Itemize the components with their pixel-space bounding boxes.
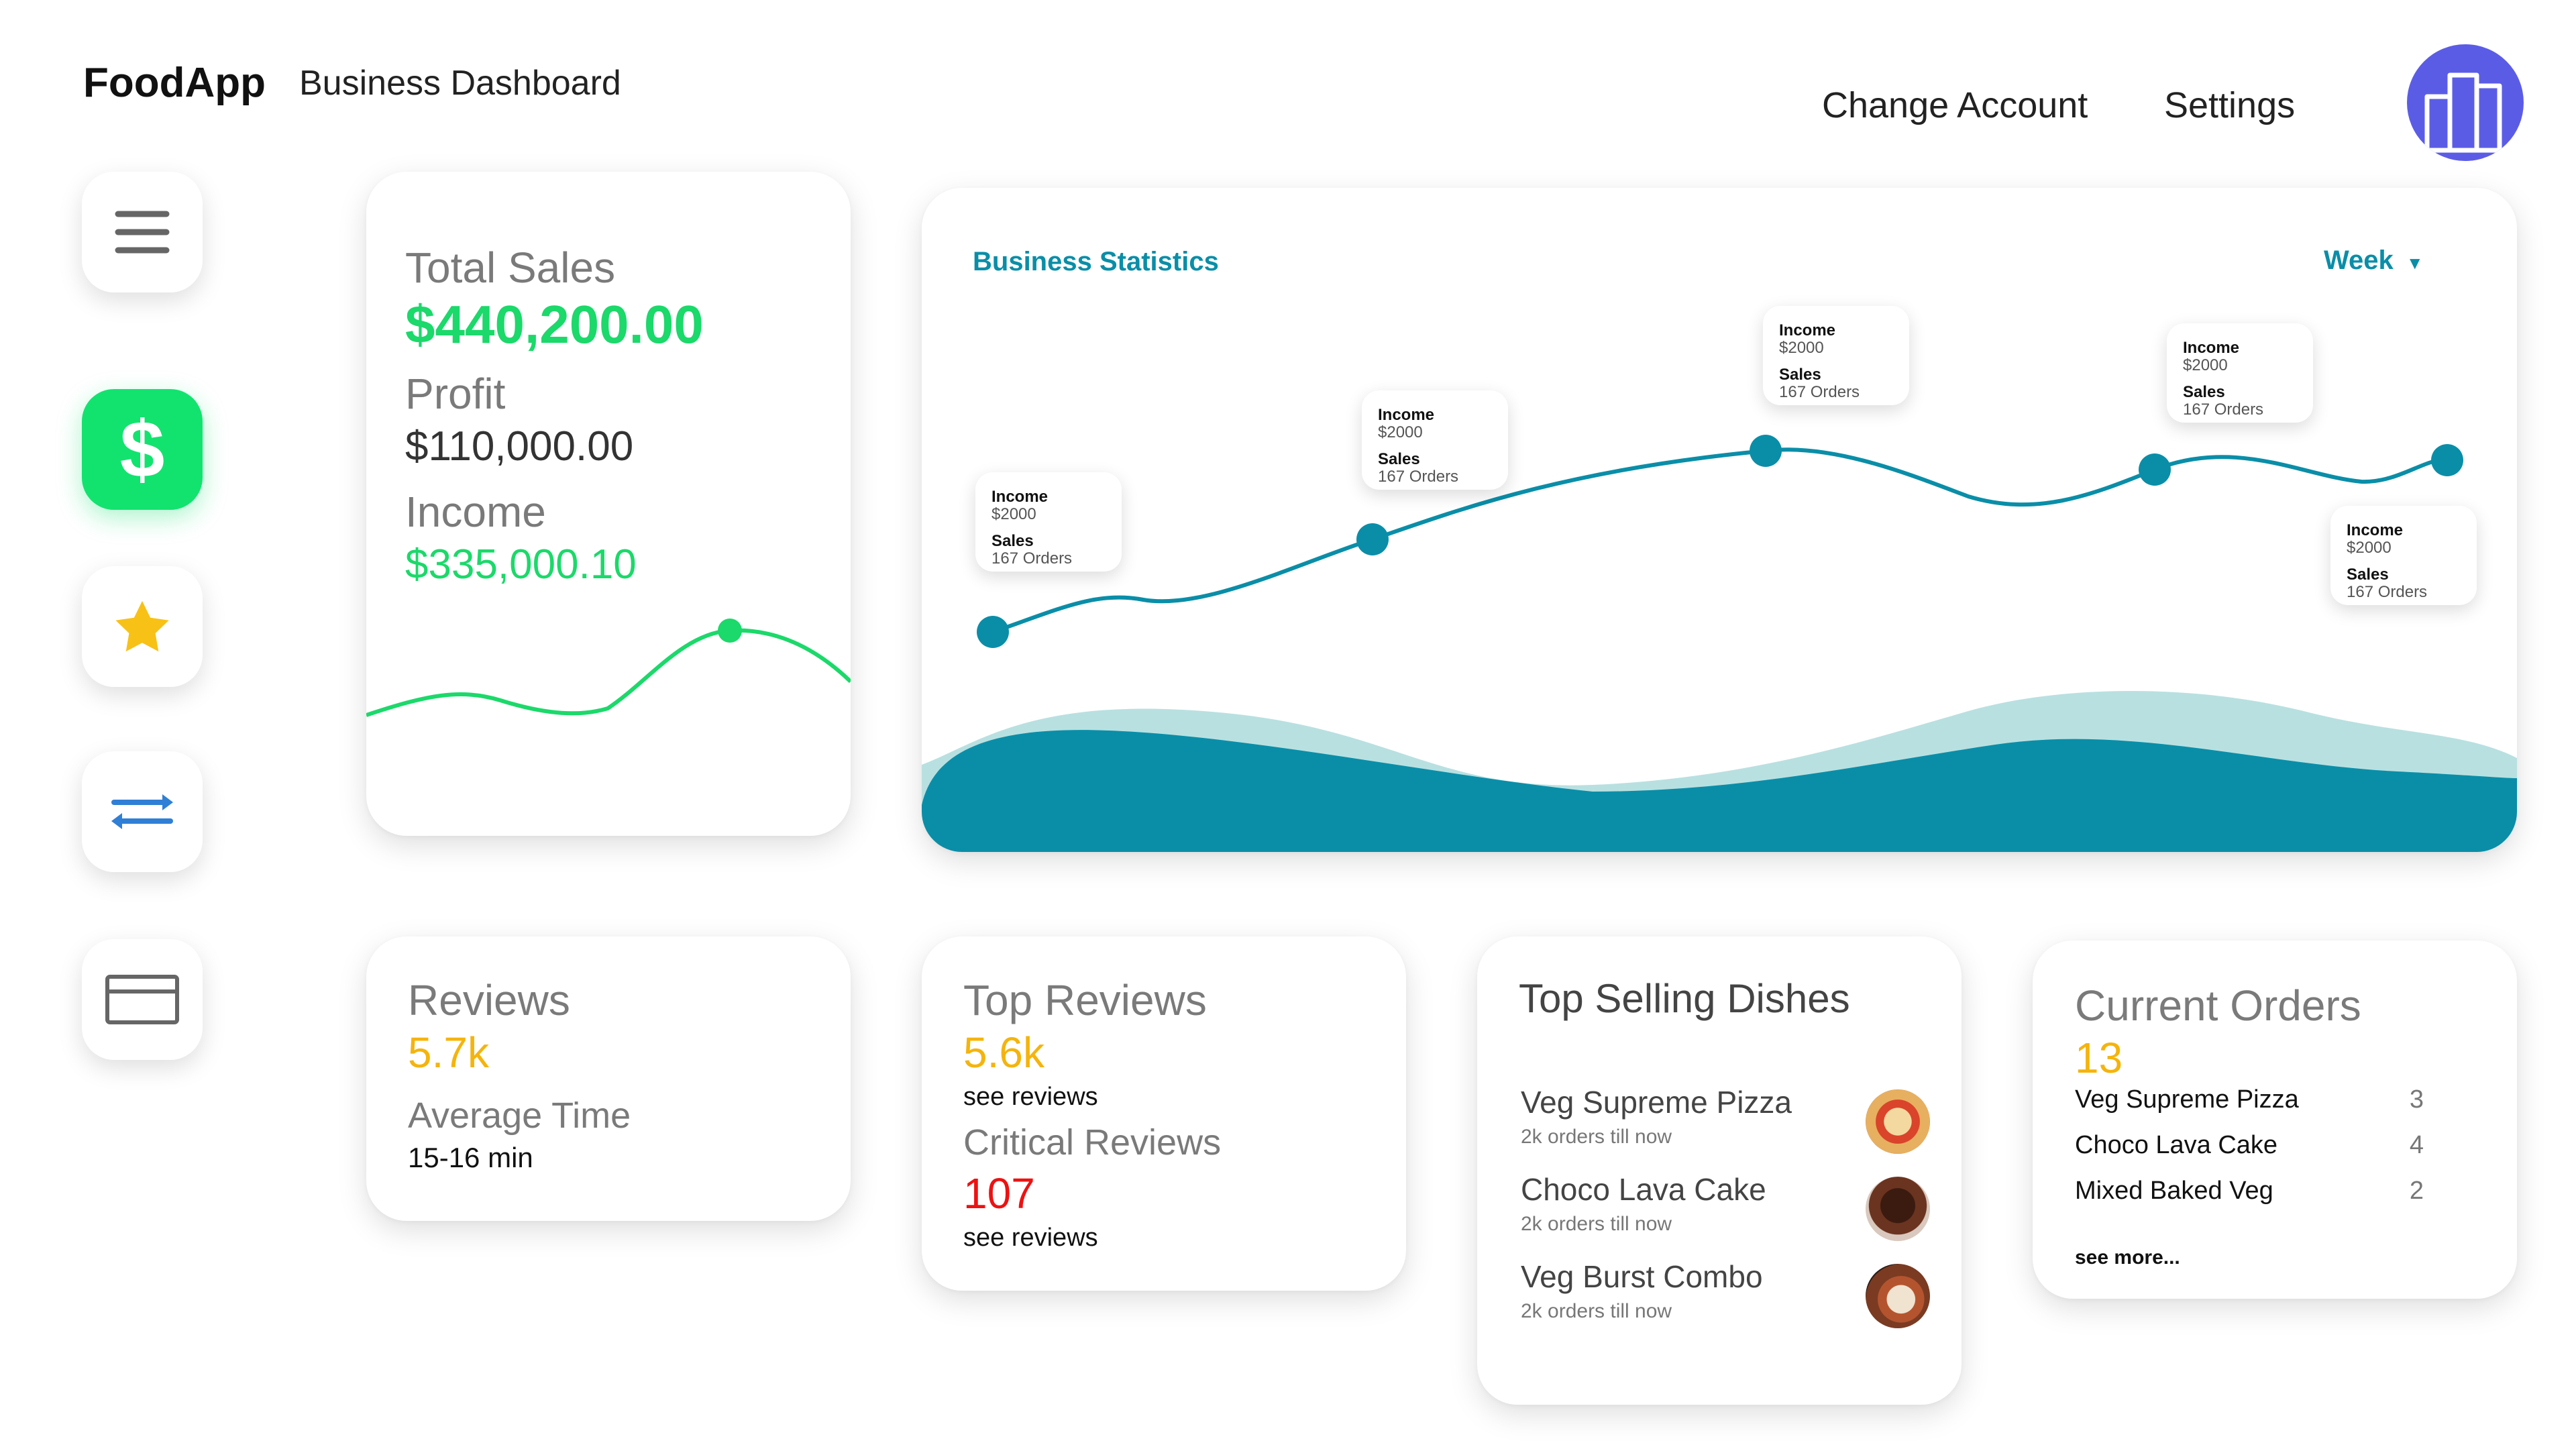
chart-point[interactable]	[2431, 444, 2463, 476]
tooltip-sales-label: Sales	[2183, 383, 2225, 401]
tooltip-income-value: $2000	[991, 505, 1036, 523]
sidebar-reviews-button[interactable]	[82, 566, 203, 687]
sparkline-point[interactable]	[718, 619, 742, 643]
cake-icon	[1866, 1177, 1930, 1241]
tooltip-sales-label: Sales	[1779, 366, 1821, 384]
dish-orders: 2k orders till now	[1521, 1300, 1672, 1322]
tooltip-income-value: $2000	[2347, 539, 2392, 557]
change-account-link[interactable]: Change Account	[1822, 85, 2088, 126]
dish-name: Veg Burst Combo	[1521, 1259, 1763, 1294]
average-time-value: 15-16 min	[408, 1142, 533, 1173]
current-orders-card: Current Orders 13 Veg Supreme Pizza 3 Ch…	[2033, 941, 2517, 1299]
reviews-label: Reviews	[408, 976, 570, 1024]
order-name: Choco Lava Cake	[2075, 1131, 2278, 1159]
dish-list-item[interactable]: Veg Supreme Pizza 2k orders till now	[1521, 1084, 1930, 1165]
tooltip-income-value: $2000	[1378, 423, 1423, 441]
dollar-icon: $	[119, 405, 165, 494]
star-icon	[115, 600, 169, 652]
tooltip-income-value: $2000	[2183, 356, 2228, 374]
order-list-item[interactable]: Choco Lava Cake 4	[2075, 1131, 2424, 1169]
sales-summary-card: Total Sales $440,200.00 Profit $110,000.…	[366, 172, 851, 836]
top-reviews-value: 5.6k	[963, 1028, 1044, 1077]
chart-point[interactable]	[1750, 435, 1782, 467]
settings-link[interactable]: Settings	[2164, 85, 2295, 126]
see-critical-reviews-link[interactable]: see reviews	[963, 1224, 1098, 1252]
stats-line	[992, 447, 2445, 634]
stats-chart	[922, 447, 2517, 852]
see-more-orders-link[interactable]: see more...	[2075, 1246, 2180, 1269]
tooltip-income-label: Income	[1378, 406, 1435, 424]
menu-icon	[115, 211, 170, 254]
average-time-label: Average Time	[408, 1095, 631, 1136]
top-reviews-card: Top Reviews 5.6k see reviews Critical Re…	[922, 936, 1406, 1291]
chart-tooltip: Income $2000 Sales 167 Orders	[2330, 506, 2477, 605]
dish-list-item[interactable]: Veg Burst Combo 2k orders till now	[1521, 1258, 1930, 1339]
chart-point[interactable]	[2139, 453, 2171, 486]
sidebar-sales-button[interactable]: $	[82, 389, 203, 510]
chart-point[interactable]	[977, 616, 1009, 648]
tooltip-income-label: Income	[2347, 521, 2404, 539]
current-orders-count: 13	[2075, 1034, 2123, 1082]
tooltip-sales-label: Sales	[991, 532, 1034, 550]
dish-list-item[interactable]: Choco Lava Cake 2k orders till now	[1521, 1171, 1930, 1252]
critical-reviews-value: 107	[963, 1169, 1035, 1218]
tooltip-income-label: Income	[2183, 339, 2240, 357]
tooltip-sales-value: 167 Orders	[1378, 468, 1459, 486]
dish-orders: 2k orders till now	[1521, 1126, 1672, 1148]
order-list-item[interactable]: Mixed Baked Veg 2	[2075, 1177, 2424, 1214]
pizza-icon	[1866, 1089, 1930, 1154]
chart-point[interactable]	[1356, 523, 1389, 555]
sidebar-transactions-button[interactable]	[82, 751, 203, 872]
order-quantity: 3	[2409, 1085, 2424, 1114]
dish-name: Choco Lava Cake	[1521, 1172, 1766, 1207]
order-quantity: 4	[2409, 1131, 2424, 1159]
order-quantity: 2	[2409, 1177, 2424, 1205]
top-dishes-title: Top Selling Dishes	[1519, 976, 1850, 1021]
chart-tooltip: Income $2000 Sales 167 Orders	[975, 472, 1122, 572]
transfer-icon	[111, 794, 173, 829]
tooltip-sales-label: Sales	[1378, 450, 1420, 468]
reviews-value: 5.7k	[408, 1028, 489, 1077]
page-title: Business Dashboard	[299, 64, 621, 103]
tooltip-income-label: Income	[1779, 321, 1836, 339]
sidebar-payments-button[interactable]	[82, 939, 203, 1060]
tooltip-sales-value: 167 Orders	[991, 549, 1073, 568]
order-name: Mixed Baked Veg	[2075, 1177, 2273, 1205]
current-orders-title: Current Orders	[2075, 981, 2361, 1030]
chart-tooltip: Income $2000 Sales 167 Orders	[1362, 390, 1508, 490]
business-statistics-card: Business Statistics Week ▼ Income $2000 …	[922, 188, 2517, 852]
tooltip-sales-value: 167 Orders	[2347, 583, 2428, 601]
header: FoodApp Business Dashboard Change Accoun…	[0, 0, 2576, 161]
tooltip-sales-label: Sales	[2347, 566, 2389, 584]
chart-tooltip: Income $2000 Sales 167 Orders	[1763, 306, 1909, 405]
order-name: Veg Supreme Pizza	[2075, 1085, 2299, 1114]
chart-tooltip: Income $2000 Sales 167 Orders	[2167, 323, 2313, 423]
reviews-card: Reviews 5.7k Average Time 15-16 min	[366, 936, 851, 1221]
top-selling-dishes-card: Top Selling Dishes Veg Supreme Pizza 2k …	[1477, 936, 1962, 1405]
avatar[interactable]	[2407, 44, 2524, 161]
tooltip-sales-value: 167 Orders	[2183, 400, 2264, 419]
top-reviews-label: Top Reviews	[963, 976, 1207, 1024]
card-icon	[105, 975, 179, 1024]
tooltip-income-label: Income	[991, 488, 1049, 506]
sidebar: $	[0, 161, 241, 1100]
see-top-reviews-link[interactable]: see reviews	[963, 1083, 1098, 1112]
tooltip-sales-value: 167 Orders	[1779, 383, 1860, 401]
critical-reviews-label: Critical Reviews	[963, 1122, 1222, 1163]
sidebar-menu-button[interactable]	[82, 172, 203, 292]
dish-orders: 2k orders till now	[1521, 1213, 1672, 1235]
combo-icon	[1866, 1264, 1930, 1328]
brand-logo-text[interactable]: FoodApp	[83, 59, 266, 107]
income-sparkline	[366, 619, 851, 717]
building-chart-icon	[2424, 72, 2502, 153]
dish-name: Veg Supreme Pizza	[1521, 1085, 1792, 1120]
tooltip-income-value: $2000	[1779, 339, 1824, 357]
order-list-item[interactable]: Veg Supreme Pizza 3	[2075, 1085, 2424, 1123]
